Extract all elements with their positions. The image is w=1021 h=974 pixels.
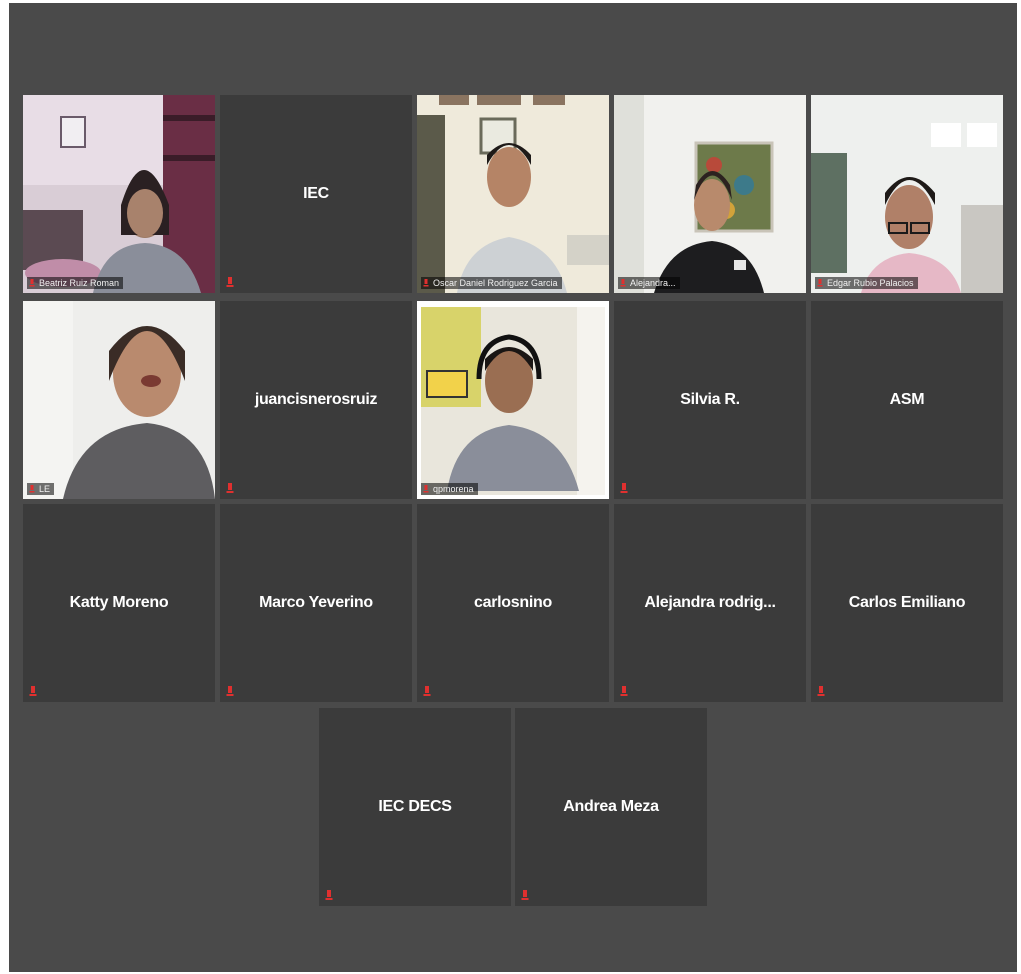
- participant-name: Carlos Emiliano: [848, 594, 966, 611]
- participant-name: Andrea Meza: [563, 798, 659, 815]
- participant-name: Oscar Daniel Rodriguez Garcia: [433, 278, 558, 288]
- participant-video: [417, 301, 609, 499]
- mic-muted-icon: [521, 890, 529, 900]
- mic-muted-icon: [226, 686, 234, 696]
- participant-name-label: Alejandra...: [618, 277, 680, 289]
- participant-video: [23, 95, 215, 293]
- mic-muted-icon: [325, 890, 333, 900]
- participant-tile[interactable]: Edgar Rubio Palacios: [811, 95, 1003, 293]
- participant-tile[interactable]: Oscar Daniel Rodriguez Garcia: [417, 95, 609, 293]
- participant-name: Alejandra rodrig...: [644, 594, 776, 611]
- mic-muted-icon: [423, 279, 429, 287]
- participant-video: [614, 95, 806, 293]
- participant-name: IEC DECS: [378, 798, 452, 815]
- mic-muted-icon: [29, 485, 35, 493]
- participant-tile[interactable]: IEC DECS: [319, 708, 511, 906]
- participant-name: Alejandra...: [630, 278, 676, 288]
- participant-name: Katty Moreno: [69, 594, 169, 611]
- participant-video: [417, 95, 609, 293]
- mic-muted-icon: [423, 686, 431, 696]
- participant-tile[interactable]: ASM: [811, 301, 1003, 499]
- participant-name-label: Edgar Rubio Palacios: [815, 277, 918, 289]
- participant-name: IEC: [303, 185, 329, 202]
- participant-tile[interactable]: juancisnerosruiz: [220, 301, 412, 499]
- participant-video: [811, 95, 1003, 293]
- participant-name-label: qpmorena: [421, 483, 478, 495]
- mic-muted-icon: [817, 686, 825, 696]
- mic-muted-icon: [620, 686, 628, 696]
- mic-muted-icon: [226, 277, 234, 287]
- participant-tile[interactable]: carlosnino: [417, 504, 609, 702]
- participant-name-label: Beatriz Ruiz Roman: [27, 277, 124, 289]
- participant-name: Edgar Rubio Palacios: [827, 278, 914, 288]
- participant-name: ASM: [889, 391, 925, 408]
- participant-name: juancisnerosruiz: [254, 391, 378, 408]
- mic-muted-icon: [620, 279, 626, 287]
- participant-tile[interactable]: Marco Yeverino: [220, 504, 412, 702]
- mic-muted-icon: [29, 279, 35, 287]
- participant-name: LE: [39, 484, 51, 494]
- mic-muted-icon: [817, 279, 823, 287]
- participant-tile[interactable]: Andrea Meza: [515, 708, 707, 906]
- gallery-view: Beatriz Ruiz Roman IEC Oscar Daniel Rodr…: [9, 3, 1017, 972]
- participant-name: carlosnino: [474, 594, 552, 611]
- participant-tile[interactable]: Beatriz Ruiz Roman: [23, 95, 215, 293]
- mic-muted-icon: [620, 483, 628, 493]
- participant-tile[interactable]: Alejandra rodrig...: [614, 504, 806, 702]
- participant-tile[interactable]: IEC: [220, 95, 412, 293]
- participant-name: Marco Yeverino: [259, 594, 373, 611]
- participant-tile[interactable]: Katty Moreno: [23, 504, 215, 702]
- mic-muted-icon: [29, 686, 37, 696]
- mic-muted-icon: [226, 483, 234, 493]
- participant-tile[interactable]: qpmorena: [417, 301, 609, 499]
- participant-tile[interactable]: Silvia R.: [614, 301, 806, 499]
- participant-tile[interactable]: Alejandra...: [614, 95, 806, 293]
- participant-tile[interactable]: LE: [23, 301, 215, 499]
- participant-name-label: Oscar Daniel Rodriguez Garcia: [421, 277, 562, 289]
- participant-name: Silvia R.: [680, 391, 740, 408]
- participant-video: [23, 301, 215, 499]
- participant-name: Beatriz Ruiz Roman: [39, 278, 120, 288]
- participant-name: qpmorena: [433, 484, 474, 494]
- participant-tile[interactable]: Carlos Emiliano: [811, 504, 1003, 702]
- mic-muted-icon: [423, 485, 429, 493]
- participant-name-label: LE: [27, 483, 55, 495]
